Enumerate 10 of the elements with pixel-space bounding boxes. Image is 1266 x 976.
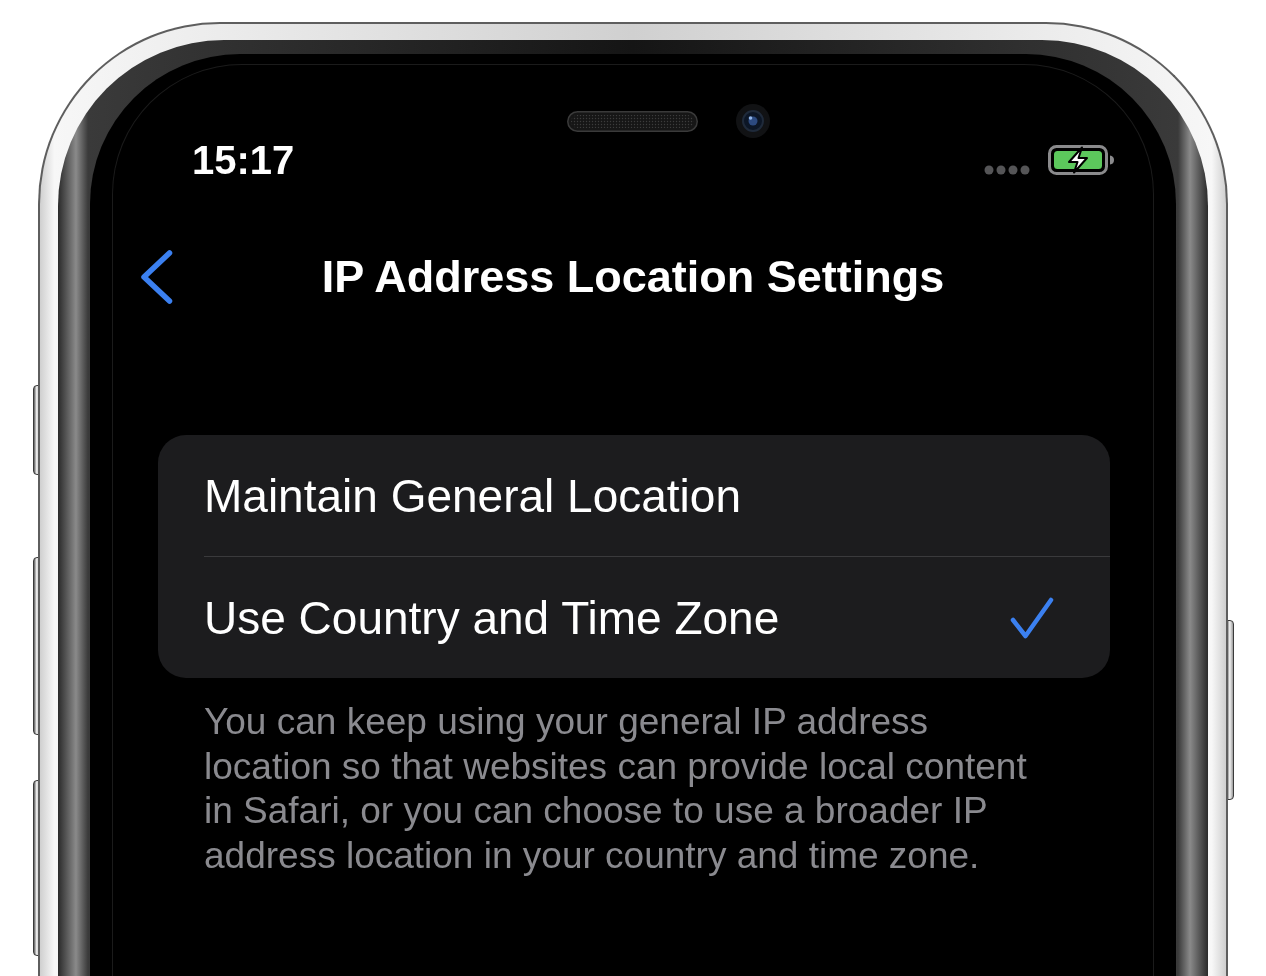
back-button[interactable] — [140, 250, 173, 304]
nav-title: IP Address Location Settings — [321, 250, 945, 304]
footer-text: You can keep using your general IP address location so that websites can provide local content in Safari, or you can choose to use a broader IP address location in your country and time zone. — [203, 700, 1028, 878]
option-row[interactable]: Use Country and Time Zone — [158, 557, 1110, 678]
battery-charging-icon — [1048, 145, 1114, 175]
signal-icon — [984, 165, 1030, 175]
option-row[interactable]: Maintain General Location — [158, 435, 1110, 556]
camera-lens-icon — [736, 104, 770, 138]
chevron-left-icon — [140, 250, 173, 304]
status-time: 15:17 — [192, 138, 295, 182]
